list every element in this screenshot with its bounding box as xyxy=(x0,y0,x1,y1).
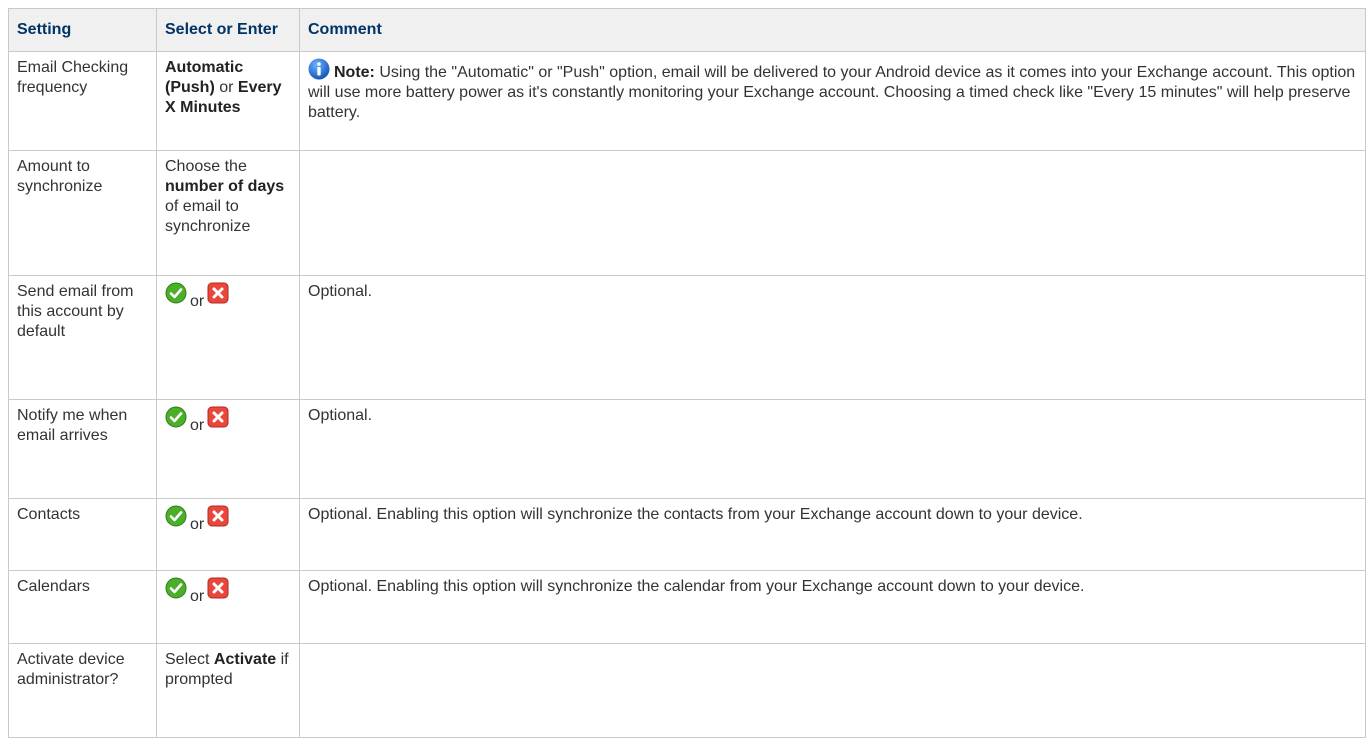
setting-cell: Contacts xyxy=(8,498,157,571)
or-text: or xyxy=(219,79,234,96)
cross-box-icon xyxy=(207,406,229,428)
setting-cell: Email Checking frequency xyxy=(8,51,157,151)
select-cell: Choose the number of days of email to sy… xyxy=(156,150,300,276)
header-comment: Comment xyxy=(299,8,1366,52)
setting-cell: Calendars xyxy=(8,570,157,644)
table-row: Contacts or Optional. Enabling this opti… xyxy=(8,498,1366,571)
comment-cell xyxy=(299,150,1366,276)
activate-label: Activate xyxy=(213,651,277,668)
setting-cell: Amount to synchronize xyxy=(8,150,157,276)
table-header-row: Setting Select or Enter Comment xyxy=(8,8,1366,52)
select-cell: or xyxy=(156,275,300,400)
check-circle-icon xyxy=(165,577,187,599)
select-cell: or xyxy=(156,399,300,499)
table-row: Email Checking frequency Automatic (Push… xyxy=(8,51,1366,151)
cross-box-icon xyxy=(207,577,229,599)
table-row: Send email from this account by default … xyxy=(8,275,1366,400)
comment-cell: Optional. Enabling this option will sync… xyxy=(299,498,1366,571)
cross-box-icon xyxy=(207,282,229,304)
select-cell: or xyxy=(156,498,300,571)
table-row: Amount to synchronize Choose the number … xyxy=(8,150,1366,276)
select-cell: Automatic (Push) or Every X Minutes xyxy=(156,51,300,151)
select-cell: or xyxy=(156,570,300,644)
comment-cell: Note: Using the "Automatic" or "Push" op… xyxy=(299,51,1366,151)
select-text: Choose the xyxy=(165,158,247,175)
settings-table: Setting Select or Enter Comment Email Ch… xyxy=(8,8,1366,738)
setting-cell: Send email from this account by default xyxy=(8,275,157,400)
comment-cell xyxy=(299,643,1366,738)
check-circle-icon xyxy=(165,406,187,428)
note-label: Note: xyxy=(334,64,375,81)
or-text: or xyxy=(190,588,205,605)
table-row: Notify me when email arrives or Optional… xyxy=(8,399,1366,499)
select-text: of email to synchronize xyxy=(165,198,251,235)
setting-cell: Activate device administrator? xyxy=(8,643,157,738)
note-text: Using the "Automatic" or "Push" option, … xyxy=(308,64,1356,121)
or-text: or xyxy=(190,516,205,533)
setting-cell: Notify me when email arrives xyxy=(8,399,157,499)
comment-cell: Optional. xyxy=(299,275,1366,400)
select-text: Select xyxy=(165,651,210,668)
info-icon xyxy=(308,58,330,80)
table-row: Calendars or Optional. Enabling this opt… xyxy=(8,570,1366,644)
comment-cell: Optional. Enabling this option will sync… xyxy=(299,570,1366,644)
select-cell: Select Activate if prompted xyxy=(156,643,300,738)
number-of-days-label: number of days xyxy=(165,178,285,195)
cross-box-icon xyxy=(207,505,229,527)
check-circle-icon xyxy=(165,282,187,304)
header-select-or-enter: Select or Enter xyxy=(156,8,300,52)
or-text: or xyxy=(190,417,205,434)
header-setting: Setting xyxy=(8,8,157,52)
check-circle-icon xyxy=(165,505,187,527)
or-text: or xyxy=(190,293,205,310)
comment-cell: Optional. xyxy=(299,399,1366,499)
table-row: Activate device administrator? Select Ac… xyxy=(8,643,1366,738)
